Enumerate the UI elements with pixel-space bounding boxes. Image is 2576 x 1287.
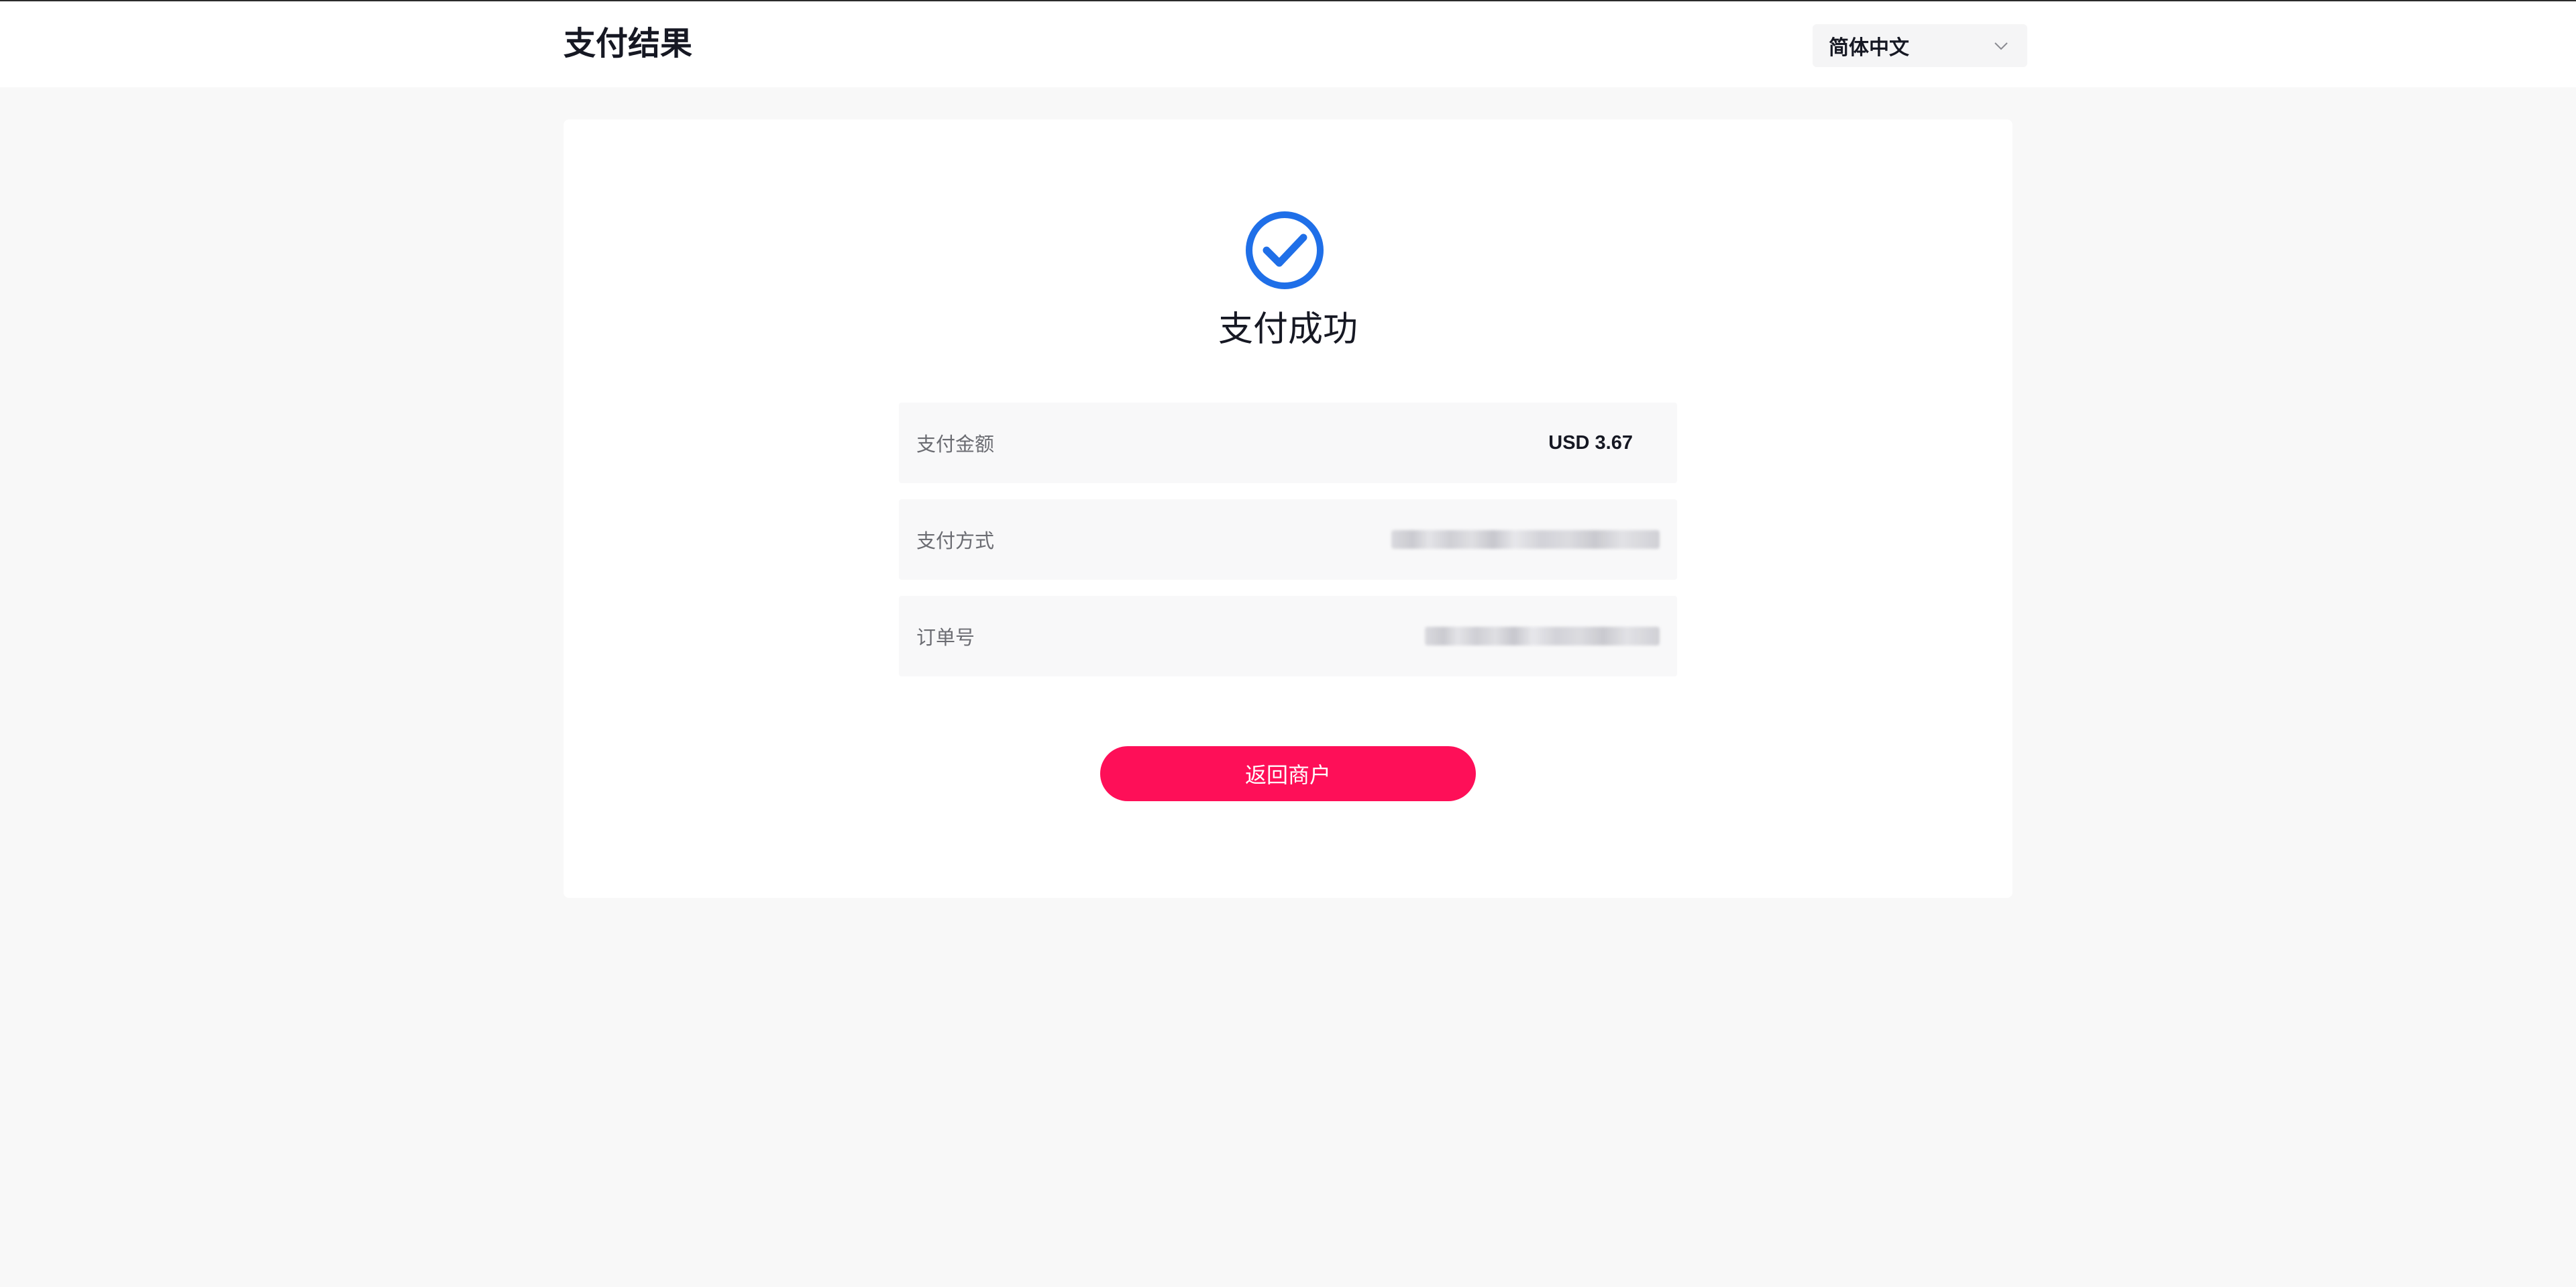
order-number-label: 订单号 <box>916 627 975 649</box>
header-inner: 支付结果 简体中文 <box>564 1 2027 87</box>
language-selected-label: 简体中文 <box>1829 37 1909 59</box>
result-card: 支付成功 支付金额 USD 3.67 支付方式 订单号 返回商户 <box>564 119 2012 898</box>
check-circle-icon <box>1244 210 1325 291</box>
language-selector[interactable]: 简体中文 <box>1813 24 2027 67</box>
amount-value: USD 3.67 <box>1548 431 1633 454</box>
payment-status-title: 支付成功 <box>1218 310 1358 349</box>
payment-method-label: 支付方式 <box>916 531 995 552</box>
info-row-payment-method: 支付方式 <box>899 499 1677 580</box>
return-to-merchant-button[interactable]: 返回商户 <box>1100 746 1476 801</box>
amount-label: 支付金额 <box>916 434 995 456</box>
chevron-down-icon <box>1991 36 2011 56</box>
page-title: 支付结果 <box>564 26 693 62</box>
info-row-amount: 支付金额 USD 3.67 <box>899 403 1677 483</box>
order-number-value-redacted <box>1425 627 1660 646</box>
top-header: 支付结果 简体中文 <box>0 0 2576 87</box>
payment-method-value-redacted <box>1391 530 1660 549</box>
info-row-order-number: 订单号 <box>899 596 1677 676</box>
